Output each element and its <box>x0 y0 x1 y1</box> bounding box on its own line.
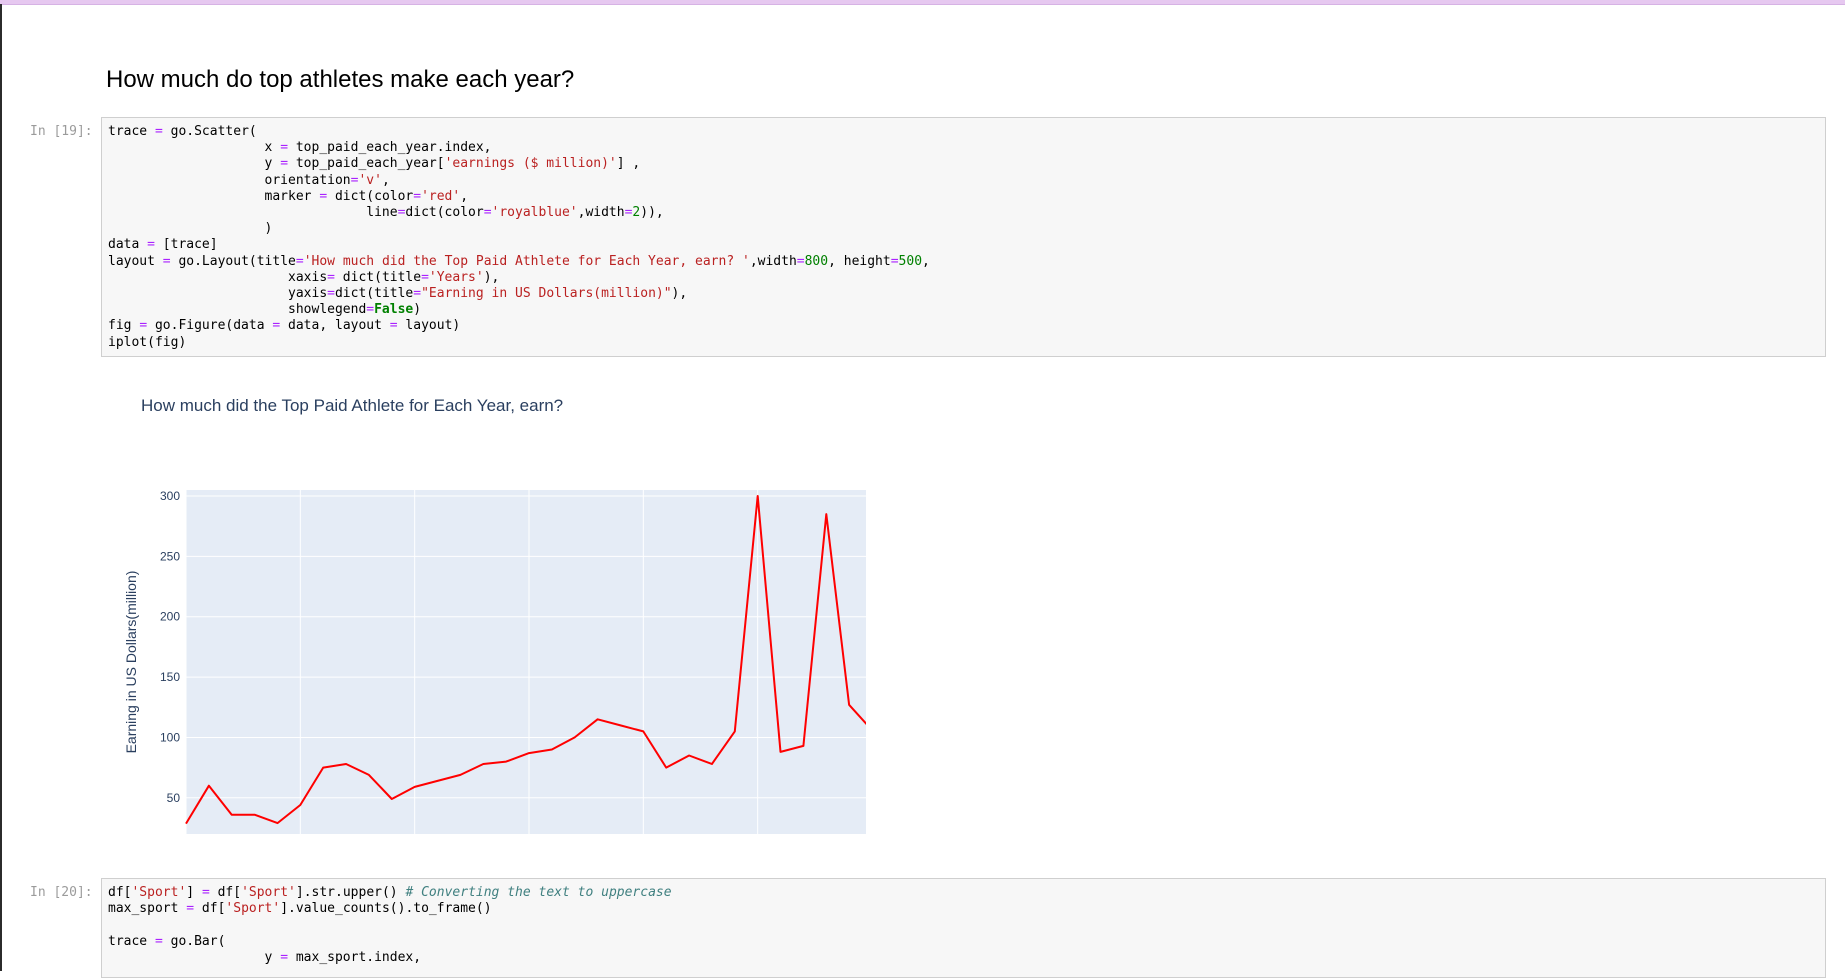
y-tick-label: 250 <box>160 549 180 563</box>
code-line: showlegend=False) <box>108 302 421 317</box>
code-line: xaxis= dict(title='Years'), <box>108 270 499 285</box>
window-left-edge <box>0 4 2 971</box>
code-line: layout = go.Layout(title='How much did t… <box>108 254 930 269</box>
line-chart[interactable]: 1990 1995 2000 2005 2010 2015 2020 50 100 150 200 2… <box>106 382 866 842</box>
code-line: fig = go.Figure(data = data, layout = la… <box>108 318 460 333</box>
code-line: x = top_paid_each_year.index, <box>108 140 492 155</box>
y-tick-label: 50 <box>167 791 181 805</box>
code-line: marker = dict(color='red', <box>108 189 468 204</box>
cell-selection-strip <box>0 0 1845 5</box>
x-tick-label: 2000 <box>401 841 428 842</box>
code-line: line=dict(color='royalblue',width=2)), <box>108 205 664 220</box>
code-cell-20[interactable]: df['Sport'] = df['Sport'].str.upper() # … <box>101 878 1826 978</box>
cell-prompt-19: In [19]: <box>30 124 98 139</box>
x-tick-label: 2015 <box>744 841 771 842</box>
x-tick-label: 1990 <box>173 841 200 842</box>
x-tick-label: 2005 <box>516 841 543 842</box>
code-editor-19[interactable]: trace = go.Scatter( x = top_paid_each_ye… <box>108 124 1819 351</box>
code-line: trace = go.Scatter( <box>108 124 257 139</box>
plot-area <box>186 490 866 834</box>
code-editor-20[interactable]: df['Sport'] = df['Sport'].str.upper() # … <box>108 885 1819 966</box>
code-line: iplot(fig) <box>108 335 186 350</box>
code-cell-19[interactable]: trace = go.Scatter( x = top_paid_each_ye… <box>101 117 1826 357</box>
code-line: data = [trace] <box>108 237 218 252</box>
code-line: y = top_paid_each_year['earnings ($ mill… <box>108 156 640 171</box>
x-tick-label: 1995 <box>287 841 314 842</box>
code-line: max_sport = df['Sport'].value_counts().t… <box>108 901 492 916</box>
code-line: y = max_sport.index, <box>108 950 421 965</box>
cell-prompt-20: In [20]: <box>30 885 98 900</box>
code-line: trace = go.Bar( <box>108 934 225 949</box>
y-tick-label: 100 <box>160 730 180 744</box>
x-tick-label: 2020 <box>859 841 866 842</box>
markdown-heading: How much do top athletes make each year? <box>106 66 574 94</box>
x-tick-label: 2010 <box>630 841 657 842</box>
y-tick-label: 150 <box>160 670 180 684</box>
code-line: df['Sport'] = df['Sport'].str.upper() # … <box>108 885 672 900</box>
code-line: orientation='v', <box>108 173 390 188</box>
code-line: ) <box>108 221 272 236</box>
y-axis-title: Earning in US Dollars(million) <box>123 571 139 754</box>
y-tick-label: 300 <box>160 489 180 503</box>
code-line: yaxis=dict(title="Earning in US Dollars(… <box>108 286 687 301</box>
y-tick-label: 200 <box>160 610 180 624</box>
chart-output[interactable]: 1990 1995 2000 2005 2010 2015 2020 50 100 150 200 2… <box>106 382 866 842</box>
